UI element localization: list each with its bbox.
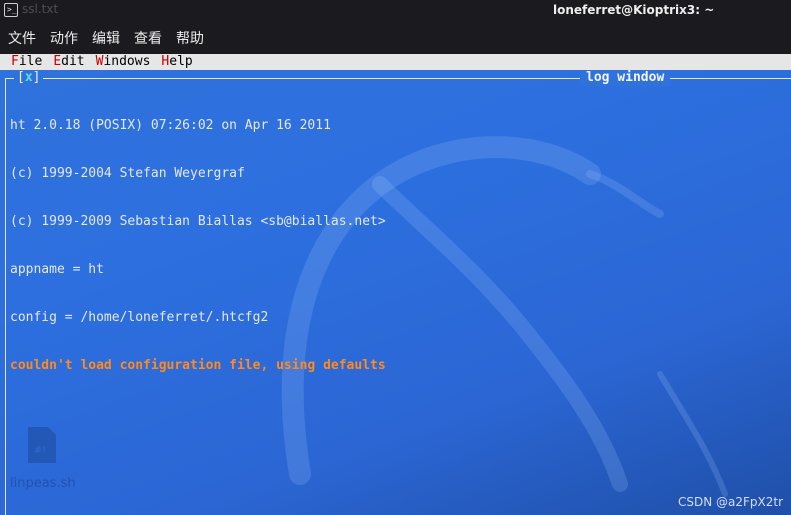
log-output: ht 2.0.18 (POSIX) 07:26:02 on Apr 16 201… [10, 86, 770, 406]
file-icon: #! [28, 427, 56, 463]
ht-menu-file[interactable]: File [11, 54, 42, 69]
ht-menu-help[interactable]: Help [161, 54, 192, 69]
csdn-watermark: CSDN @a2FpX2tr [677, 495, 783, 509]
log-window-close-button[interactable]: [x] [14, 70, 44, 86]
log-warning-line: couldn't load configuration file, using … [10, 358, 386, 373]
window-title: loneferret@Kioptrix3: ~ [553, 3, 715, 17]
log-line: (c) 1999-2004 Stefan Weyergraf [10, 166, 245, 181]
window-titlebar[interactable]: >_ ssl.txt loneferret@Kioptrix3: ~ [0, 0, 791, 22]
log-line: (c) 1999-2009 Sebastian Biallas <sb@bial… [10, 214, 386, 229]
log-window-frame-left [5, 78, 6, 515]
background-window-title: ssl.txt [22, 2, 59, 16]
menu-actions[interactable]: 动作 [50, 28, 78, 48]
terminal-area[interactable]: File Edit Windows Help [x] log window ht 2.… [0, 54, 791, 515]
ht-menu-windows[interactable]: Windows [96, 54, 151, 69]
log-line: ht 2.0.18 (POSIX) 07:26:02 on Apr 16 201… [10, 118, 331, 133]
log-line: config = /home/loneferret/.htcfg2 [10, 310, 269, 325]
menu-edit[interactable]: 编辑 [92, 28, 120, 48]
log-window-frame-top [5, 78, 791, 79]
terminal-icon: >_ [4, 3, 18, 17]
ht-menubar: File Edit Windows Help [0, 54, 791, 70]
desktop-file-label[interactable]: linpeas.sh [10, 476, 76, 491]
menu-view[interactable]: 查看 [134, 28, 162, 48]
close-icon: x [24, 70, 33, 85]
log-window-title: log window [580, 70, 671, 86]
terminal-menubar: 文件 动作 编辑 查看 帮助 [0, 22, 791, 54]
menu-file[interactable]: 文件 [8, 28, 36, 48]
svg-text:#!: #! [35, 445, 47, 456]
log-line: appname = ht [10, 262, 104, 277]
ht-menu-edit[interactable]: Edit [53, 54, 84, 69]
menu-help[interactable]: 帮助 [176, 28, 204, 48]
